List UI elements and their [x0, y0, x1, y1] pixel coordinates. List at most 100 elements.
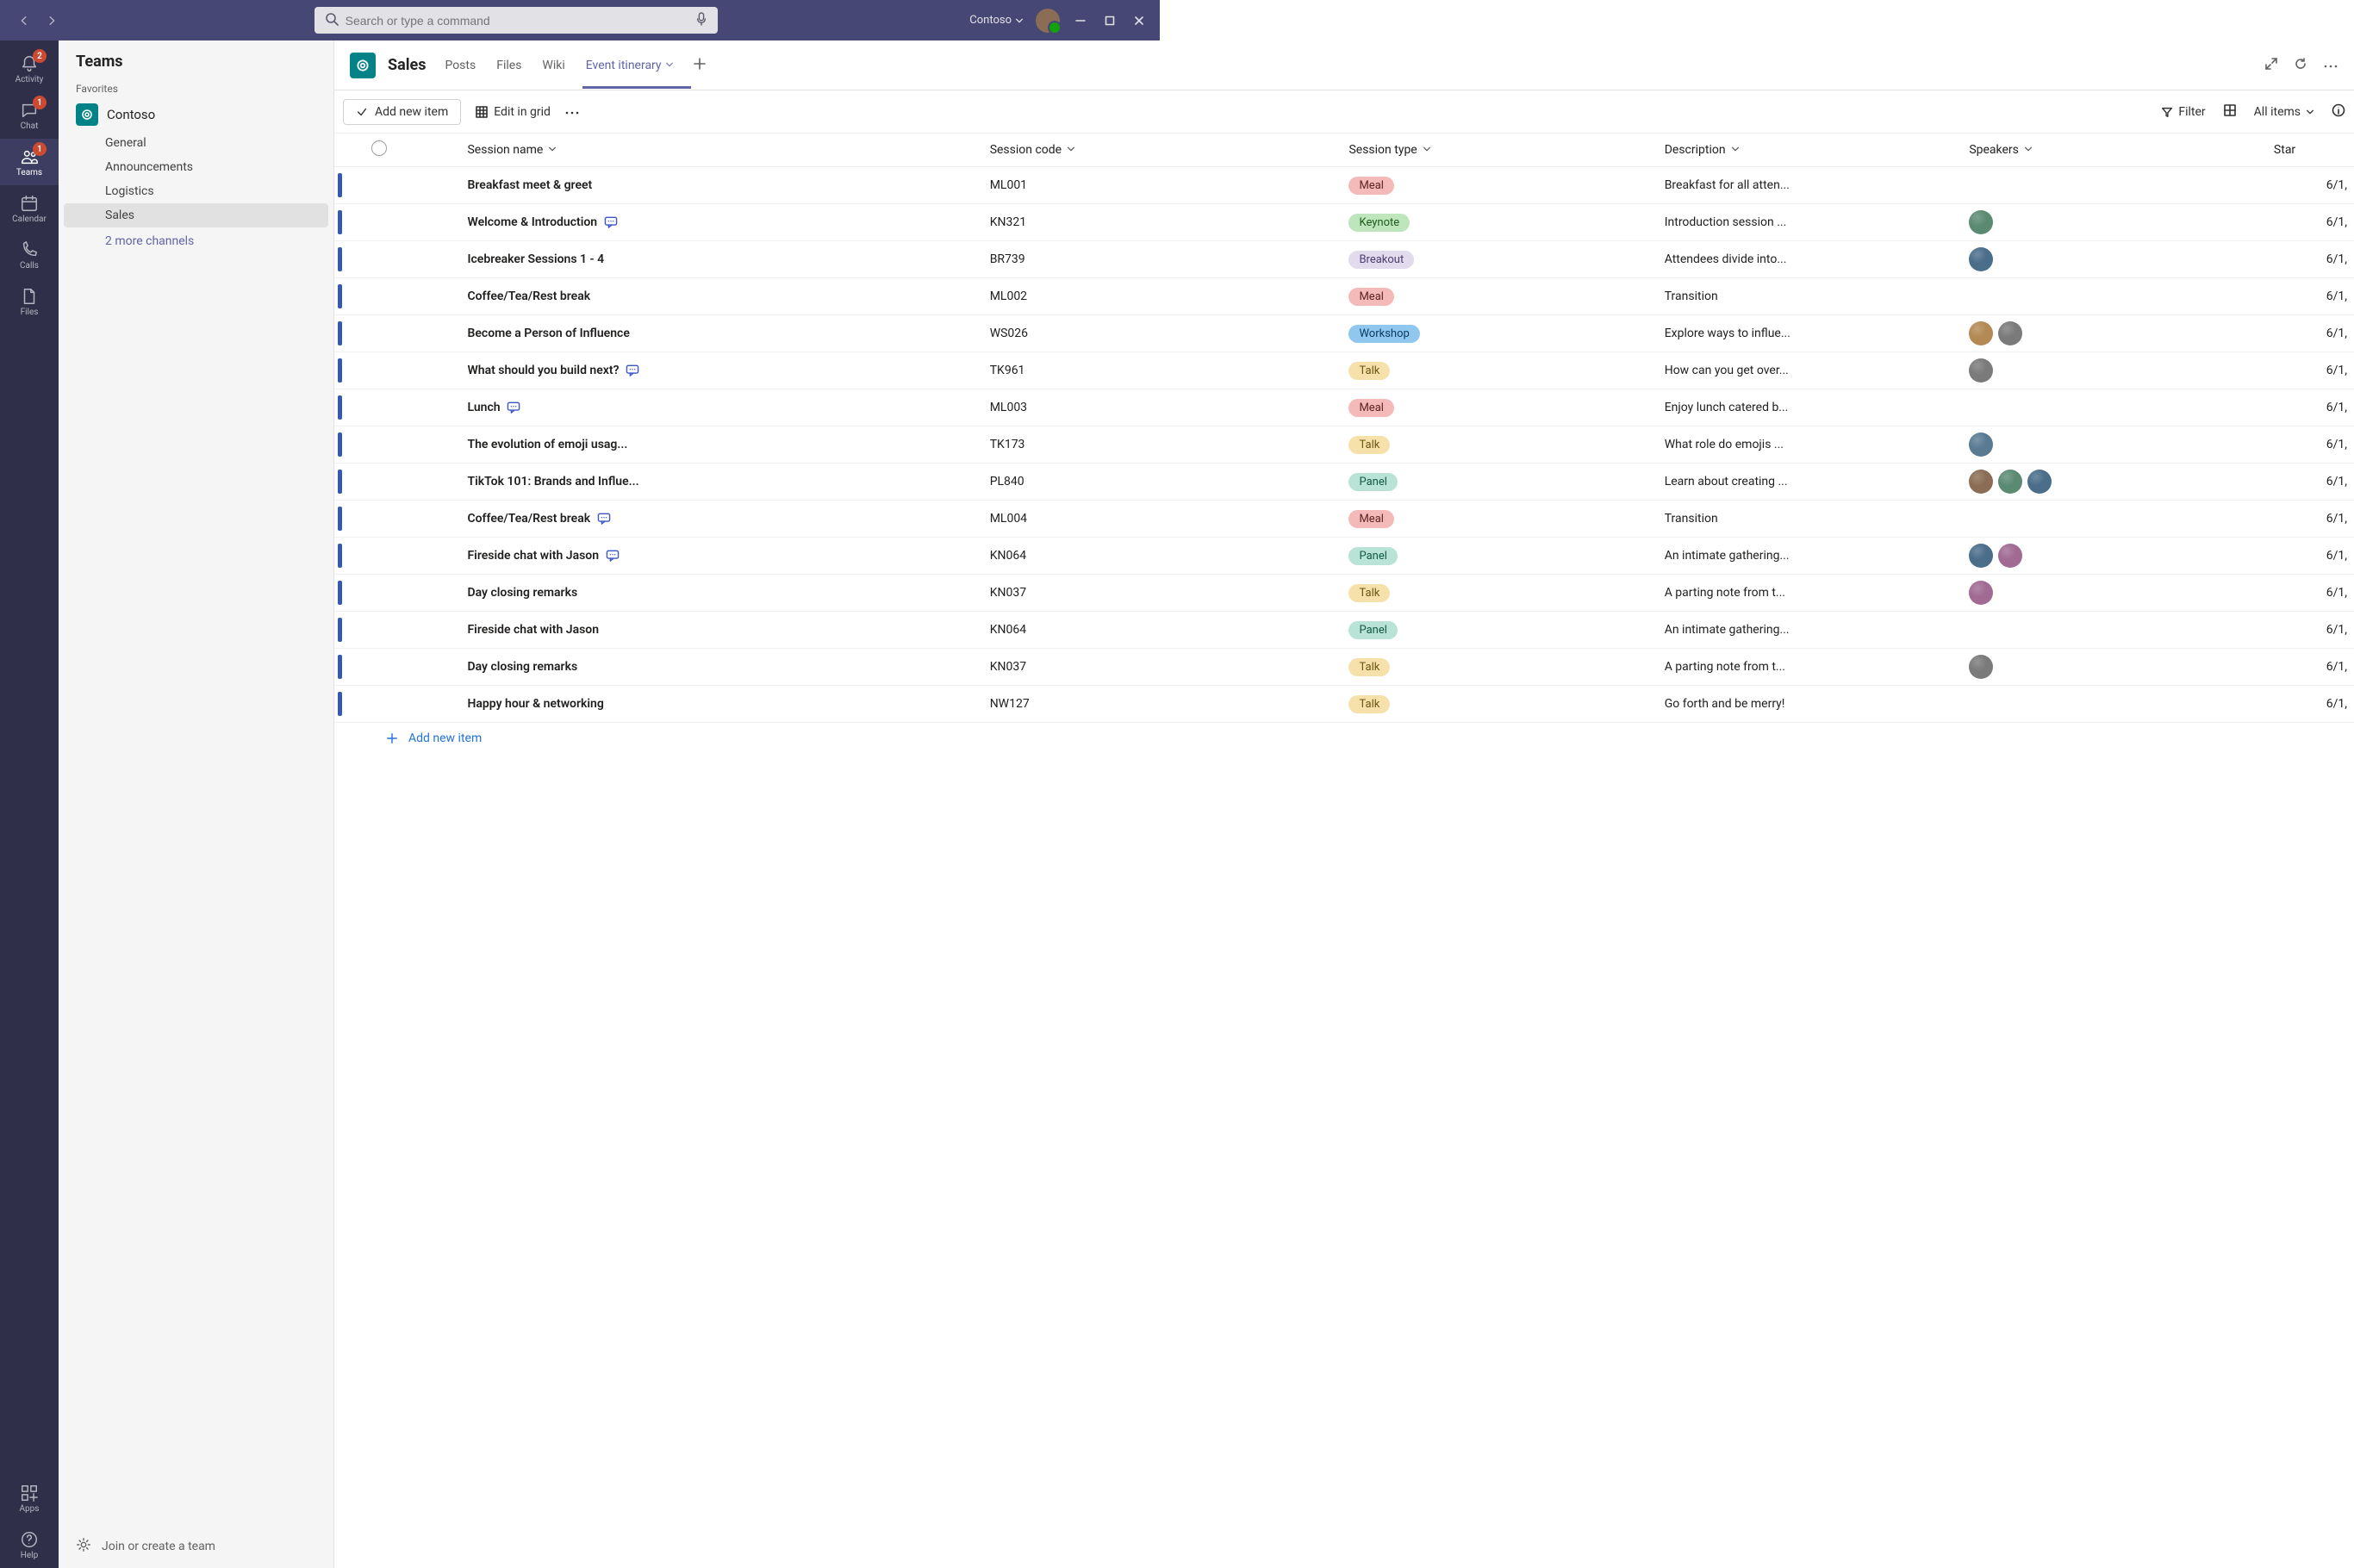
- channel-item[interactable]: Logistics: [59, 179, 333, 203]
- session-description: Breakfast for all atten...: [1658, 167, 1963, 204]
- speaker-avatar[interactable]: [1998, 470, 2022, 494]
- gear-icon[interactable]: [76, 1537, 91, 1556]
- join-create-team[interactable]: Join or create a team: [102, 1540, 215, 1553]
- window-maximize-icon[interactable]: [1101, 12, 1118, 29]
- col-star[interactable]: Star: [2267, 134, 2354, 167]
- tab-wiki[interactable]: Wiki: [540, 43, 566, 88]
- table-row[interactable]: Happy hour & networkingNW127TalkGo forth…: [334, 686, 2354, 723]
- table-row[interactable]: Become a Person of InfluenceWS026Worksho…: [334, 315, 2354, 352]
- session-description: Learn about creating ...: [1658, 464, 1963, 501]
- table-row[interactable]: Day closing remarksKN037TalkA parting no…: [334, 575, 2354, 612]
- table-row[interactable]: Fireside chat with JasonKN064PanelAn int…: [334, 612, 2354, 649]
- speaker-avatar[interactable]: [1969, 432, 1993, 457]
- comments-icon[interactable]: [597, 513, 611, 525]
- overflow-icon[interactable]: [564, 105, 580, 119]
- window-close-icon[interactable]: [1130, 12, 1148, 29]
- col-session-type[interactable]: Session type: [1342, 134, 1657, 167]
- comments-icon[interactable]: [604, 216, 618, 228]
- speaker-avatar[interactable]: [1998, 544, 2022, 568]
- col-session-code[interactable]: Session code: [983, 134, 1342, 167]
- team-row[interactable]: Contoso: [59, 98, 333, 131]
- row-accent: [338, 581, 342, 605]
- speaker-avatar[interactable]: [1998, 321, 2022, 345]
- search-box[interactable]: [314, 7, 718, 34]
- refresh-icon[interactable]: [2294, 57, 2307, 74]
- table-row[interactable]: Coffee/Tea/Rest break ML004MealTransitio…: [334, 501, 2354, 538]
- table-row[interactable]: Welcome & Introduction KN321KeynoteIntro…: [334, 204, 2354, 241]
- add-new-item-button[interactable]: Add new item: [343, 99, 461, 125]
- expand-icon[interactable]: [2264, 57, 2278, 74]
- user-avatar[interactable]: [1036, 9, 1060, 33]
- window-minimize-icon[interactable]: [1072, 12, 1089, 29]
- channel-item[interactable]: Announcements: [59, 155, 333, 179]
- rail-item-calls[interactable]: Calls: [0, 232, 59, 278]
- speaker-avatar[interactable]: [1969, 544, 1993, 568]
- session-description: A parting note from t...: [1658, 575, 1963, 612]
- channel-item[interactable]: Sales: [64, 203, 328, 227]
- mic-icon[interactable]: [695, 12, 707, 29]
- org-switcher[interactable]: Contoso: [969, 14, 1024, 27]
- session-code: TK961: [983, 352, 1342, 389]
- session-description: What role do emojis ...: [1658, 426, 1963, 464]
- more-channels-link[interactable]: 2 more channels: [59, 227, 333, 253]
- session-description: Attendees divide into...: [1658, 241, 1963, 278]
- rail-item-calendar[interactable]: Calendar: [0, 185, 59, 232]
- table-row[interactable]: Breakfast meet & greetML001MealBreakfast…: [334, 167, 2354, 204]
- add-new-item-footer[interactable]: Add new item: [334, 723, 2354, 754]
- speaker-avatar[interactable]: [1969, 655, 1993, 679]
- speaker-avatar[interactable]: [2027, 470, 2052, 494]
- speaker-avatar[interactable]: [1969, 247, 1993, 271]
- rail-item-chat[interactable]: Chat1: [0, 92, 59, 139]
- select-all[interactable]: [364, 134, 460, 167]
- edit-in-grid-button[interactable]: Edit in grid: [475, 105, 551, 119]
- col-speakers[interactable]: Speakers: [1962, 134, 2267, 167]
- channel-item[interactable]: General: [59, 131, 333, 155]
- filter-button[interactable]: Filter: [2161, 105, 2205, 119]
- rail-item-teams[interactable]: Teams1: [0, 139, 59, 185]
- view-selector[interactable]: All items: [2254, 105, 2314, 119]
- session-type-pill: Talk: [1348, 362, 1390, 380]
- table-row[interactable]: Day closing remarksKN037TalkA parting no…: [334, 649, 2354, 686]
- search-input[interactable]: [346, 14, 695, 28]
- session-code: WS026: [983, 315, 1342, 352]
- info-icon[interactable]: [2332, 103, 2345, 121]
- speaker-avatar[interactable]: [1969, 470, 1993, 494]
- more-icon[interactable]: [2323, 59, 2338, 72]
- session-date: 6/1,: [2267, 167, 2354, 204]
- comments-icon[interactable]: [626, 364, 639, 376]
- speaker-avatar[interactable]: [1969, 581, 1993, 605]
- add-tab-button[interactable]: [693, 57, 707, 74]
- session-type-pill: Meal: [1348, 177, 1393, 195]
- speakers-cell: [1969, 655, 2260, 679]
- nav-forward-icon[interactable]: [41, 10, 62, 31]
- rail-item-activity[interactable]: Activity2: [0, 46, 59, 92]
- row-accent: [338, 210, 342, 234]
- nav-back-icon[interactable]: [14, 10, 34, 31]
- org-name: Contoso: [969, 14, 1012, 27]
- table-row[interactable]: Lunch ML003MealEnjoy lunch catered b...6…: [334, 389, 2354, 426]
- col-session-name[interactable]: Session name: [460, 134, 982, 167]
- table-row[interactable]: Fireside chat with Jason KN064PanelAn in…: [334, 538, 2354, 575]
- table-row[interactable]: The evolution of emoji usag...TK173TalkW…: [334, 426, 2354, 464]
- comments-icon[interactable]: [507, 401, 520, 414]
- rail-item-apps[interactable]: Apps: [0, 1475, 59, 1521]
- comments-icon[interactable]: [606, 550, 620, 562]
- speaker-avatar[interactable]: [1969, 358, 1993, 383]
- speaker-avatar[interactable]: [1969, 321, 1993, 345]
- tab-event-itinerary[interactable]: Event itinerary: [584, 43, 676, 88]
- view-grid-icon[interactable]: [2223, 103, 2237, 121]
- table-row[interactable]: Coffee/Tea/Rest breakML002MealTransition…: [334, 278, 2354, 315]
- rail-badge: 1: [33, 142, 47, 156]
- session-code: KN321: [983, 204, 1342, 241]
- tab-posts[interactable]: Posts: [443, 43, 477, 88]
- speaker-avatar[interactable]: [1969, 210, 1993, 234]
- table-row[interactable]: TikTok 101: Brands and Influe...PL840Pan…: [334, 464, 2354, 501]
- rail-item-help[interactable]: Help: [0, 1521, 59, 1568]
- session-name: Day closing remarks: [467, 586, 577, 600]
- tab-files[interactable]: Files: [495, 43, 523, 88]
- table-row[interactable]: Icebreaker Sessions 1 - 4BR739BreakoutAt…: [334, 241, 2354, 278]
- session-type-pill: Talk: [1348, 658, 1390, 676]
- rail-item-files[interactable]: Files: [0, 278, 59, 325]
- table-row[interactable]: What should you build next? TK961TalkHow…: [334, 352, 2354, 389]
- col-description[interactable]: Description: [1658, 134, 1963, 167]
